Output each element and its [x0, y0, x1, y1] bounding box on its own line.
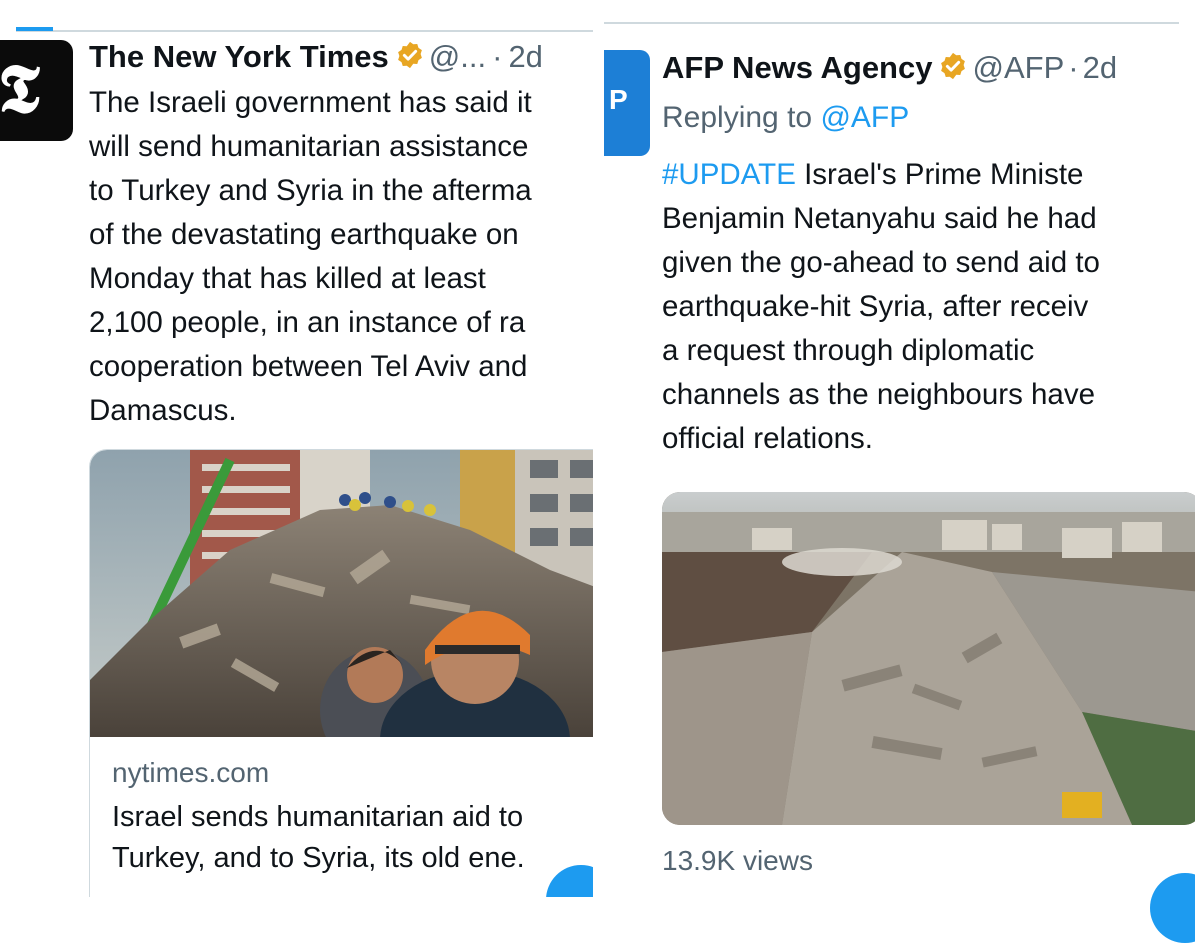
top-divider [604, 22, 1179, 24]
verified-badge-icon [941, 52, 966, 80]
tweet-line: will send humanitarian assistance [89, 130, 529, 163]
verified-badge-icon [397, 41, 422, 69]
tweet-line-rest: Israel's Prime Ministe [795, 158, 1084, 191]
rubble-photo-illustration [90, 450, 593, 737]
tweet-line: Damascus. [89, 394, 237, 427]
replying-to: Replying to @AFP [662, 98, 909, 138]
view-count[interactable]: 13.9K views [662, 843, 813, 879]
card-title-line: Israel sends humanitarian aid to [112, 801, 524, 833]
nyt-logo-icon: 𝕿 [0, 49, 40, 129]
author-handle[interactable]: @... [429, 39, 486, 74]
tweet-line: a request through diplomatic [662, 334, 1035, 367]
tweet-time[interactable]: 2d [508, 39, 542, 74]
afp-tweet-body: #UPDATE Israel's Prime Ministe Benjamin … [662, 153, 1195, 461]
nyt-avatar[interactable]: 𝕿 [0, 40, 73, 141]
aerial-photo-illustration [662, 492, 1195, 825]
card-title-line: Turkey, and to Syria, its old ene. [112, 842, 525, 874]
card-title: Israel sends humanitarian aid to Turkey,… [112, 797, 525, 879]
tweet-line: #UPDATE Israel's Prime Ministe [662, 153, 1195, 197]
separator-dot: · [492, 39, 503, 74]
author-handle[interactable]: @AFP [972, 50, 1064, 85]
aerial-rubble-photo[interactable] [662, 492, 1195, 825]
author-name[interactable]: The New York Times [89, 39, 389, 74]
replying-prefix: Replying to [662, 101, 813, 134]
tweet-line: channels as the neighbours have [662, 378, 1095, 411]
tweet-time[interactable]: 2d [1083, 50, 1117, 85]
afp-tweet-header: AFP News Agency @AFP · 2d [662, 48, 1117, 88]
replying-mention[interactable]: @AFP [820, 101, 909, 134]
afp-logo-icon: P [609, 84, 628, 115]
tweet-header: The New York Times @... · 2d [89, 37, 543, 77]
tweet-body: The Israeli government has said it will … [89, 81, 532, 433]
nyt-tweet[interactable]: 𝕿 The New York Times @... · 2d The Israeli … [0, 0, 593, 897]
tweet-line: Monday that has killed at least [89, 262, 486, 295]
tweet-line: earthquake-hit Syria, after receiv [662, 290, 1089, 323]
author-name[interactable]: AFP News Agency [662, 50, 932, 85]
tweet-line: Benjamin Netanyahu said he had [662, 202, 1097, 235]
card-domain: nytimes.com [112, 757, 270, 788]
link-preview-card[interactable]: nytimes.com Israel sends humanitarian ai… [89, 449, 593, 897]
hashtag-link[interactable]: #UPDATE [662, 158, 796, 191]
tweet-line: official relations. [662, 422, 873, 455]
earthquake-rubble-photo [90, 450, 593, 737]
top-divider [16, 30, 593, 32]
tweet-line: to Turkey and Syria in the afterma [89, 174, 532, 207]
tweet-line: cooperation between Tel Aviv and [89, 350, 528, 383]
tweet-line: of the devastating earthquake on [89, 218, 519, 251]
tweet-line: 2,100 people, in an instance of ra [89, 306, 526, 339]
separator-dot: · [1068, 50, 1079, 85]
tab-indicator [16, 27, 53, 31]
tweet-line: The Israeli government has said it [89, 86, 532, 119]
tweet-line: given the go-ahead to send aid to [662, 246, 1100, 279]
afp-avatar[interactable]: P [604, 50, 650, 156]
